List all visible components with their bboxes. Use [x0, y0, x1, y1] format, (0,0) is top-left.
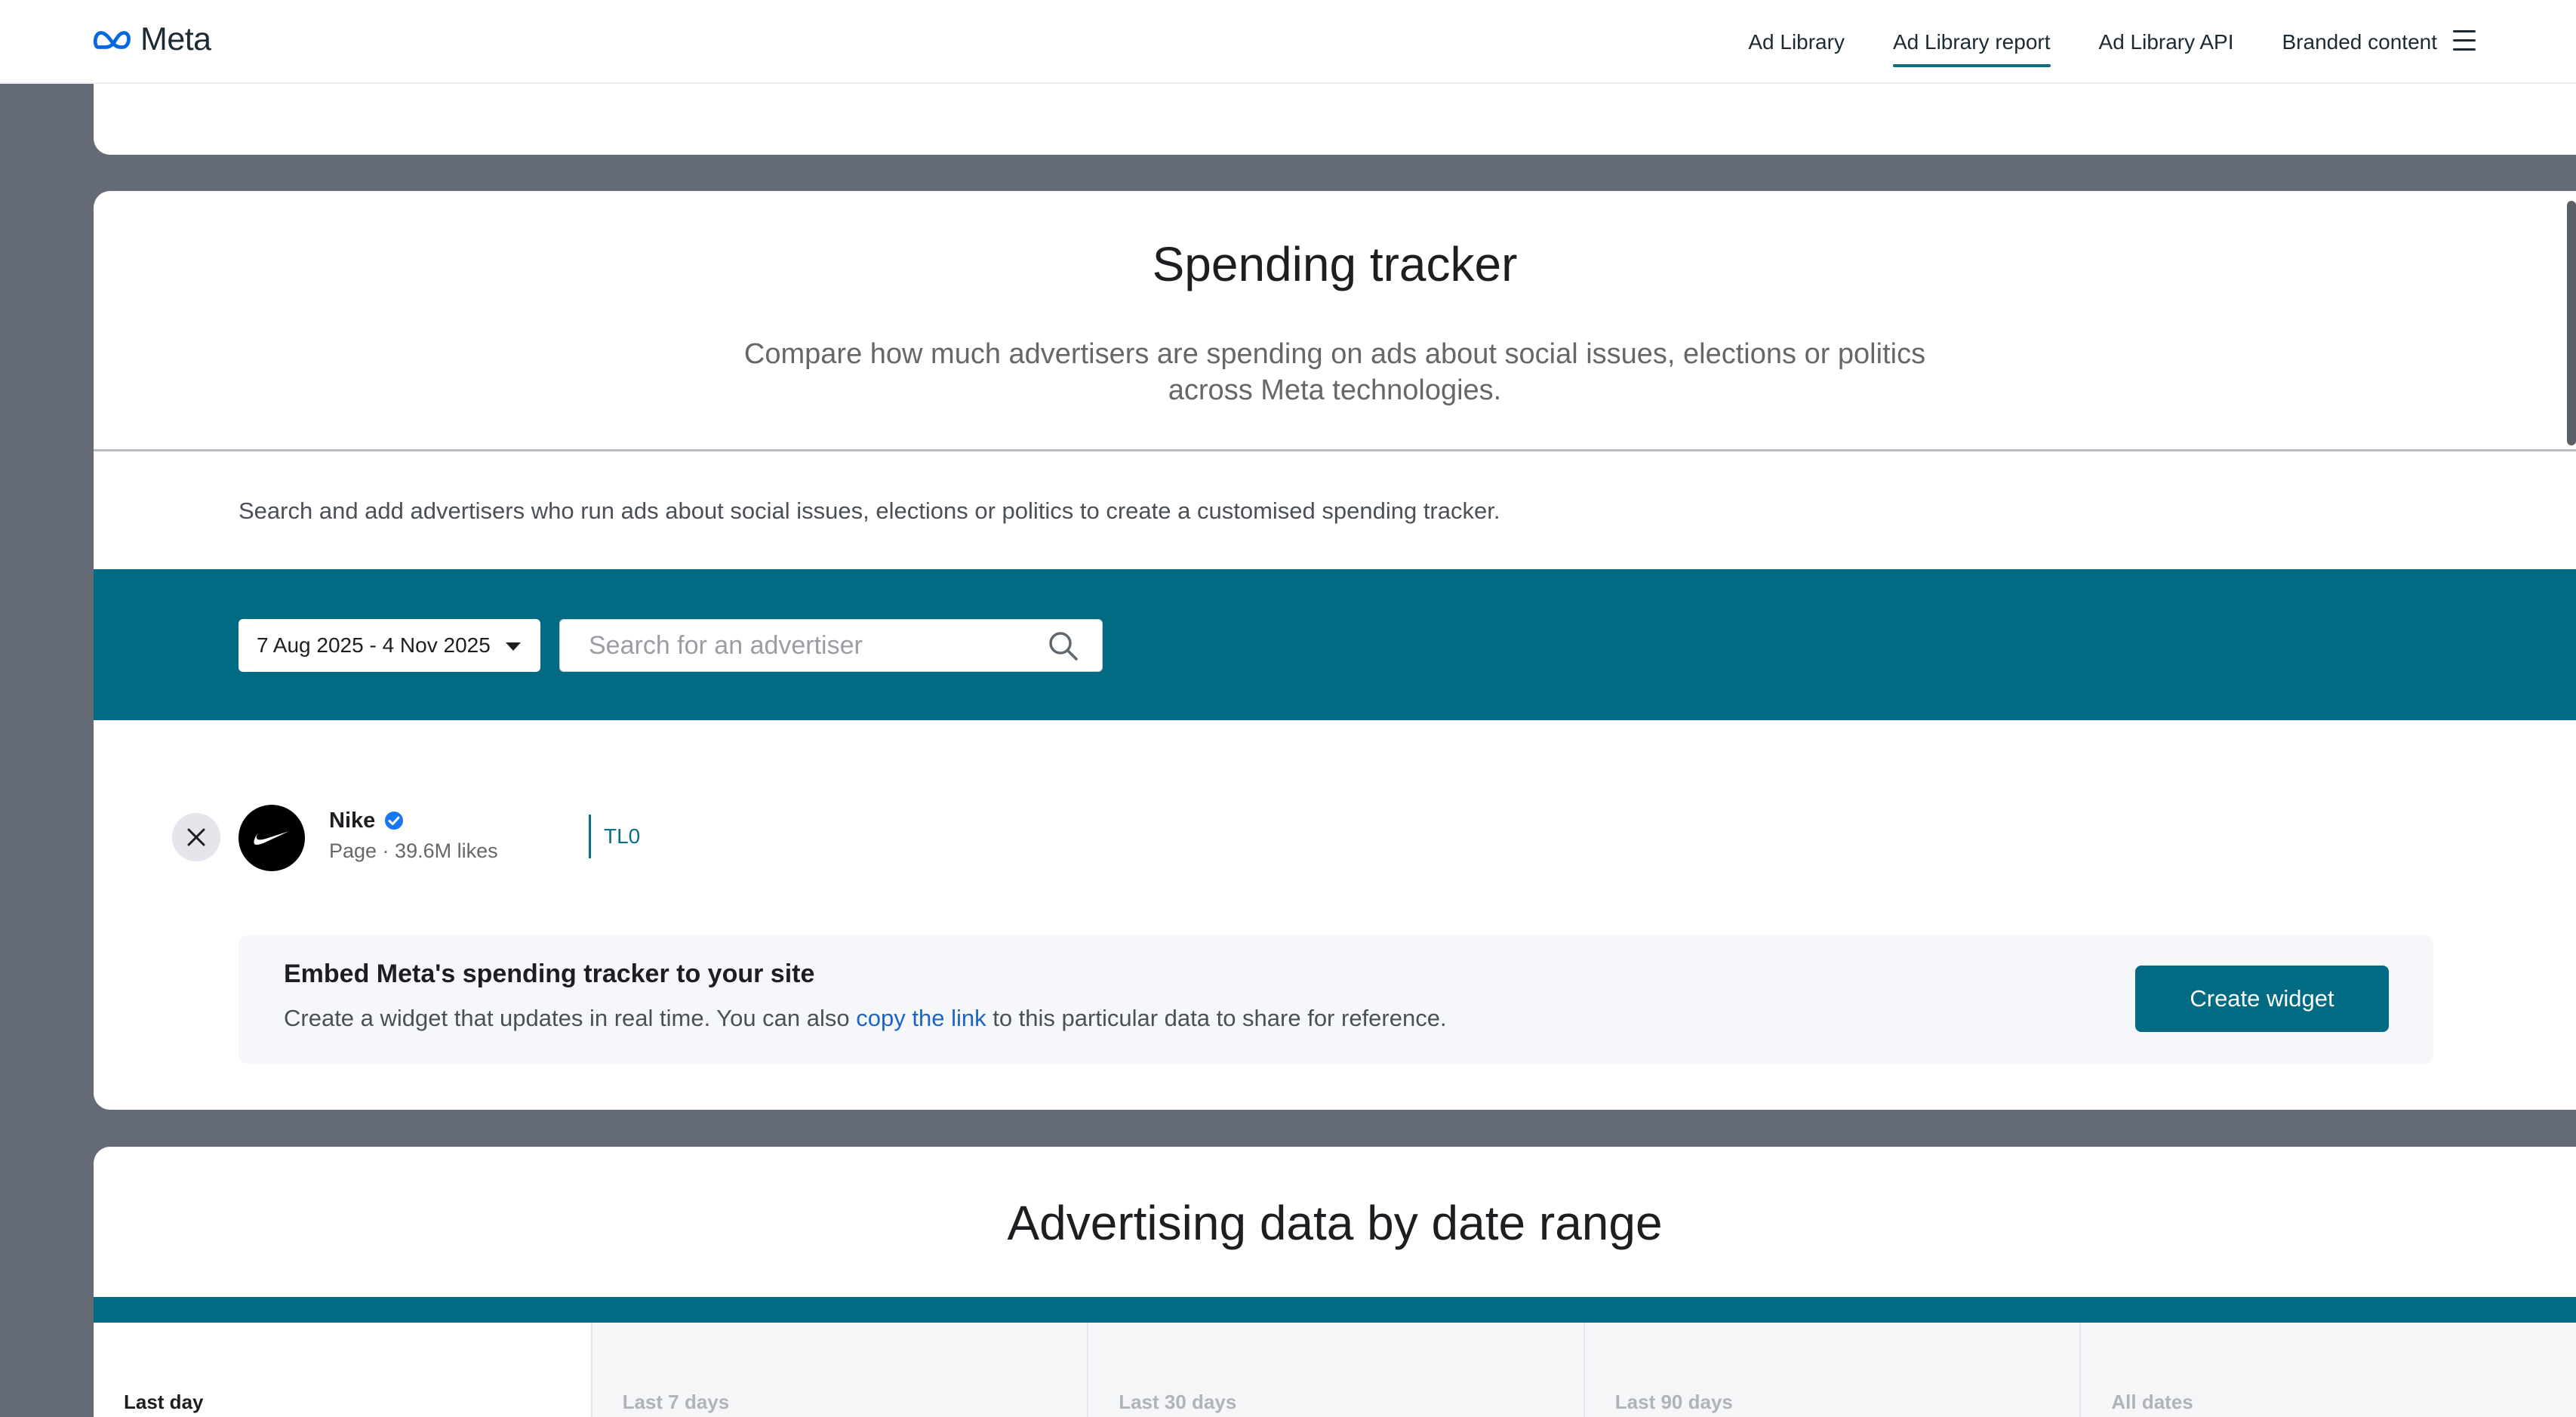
spending-tracker-title: Spending tracker	[1152, 237, 1518, 291]
tab-all-dates[interactable]: All dates	[2079, 1323, 2576, 1417]
advertiser-meta: Page · 39.6M likes	[329, 839, 498, 862]
date-range-title: Advertising data by date range	[1007, 1196, 1663, 1250]
nav-branded-content[interactable]: Branded content	[2282, 0, 2438, 84]
date-range-tabs: Last day Last 7 days Last 30 days Last 9…	[94, 1323, 2576, 1417]
nike-swoosh-icon	[254, 831, 289, 845]
tracker-helper-text: Search and add advertisers who run ads a…	[239, 497, 1500, 524]
brand-name: Meta	[140, 21, 211, 57]
copy-link[interactable]: copy the link	[856, 1005, 986, 1031]
tab-last-30-days[interactable]: Last 30 days	[1087, 1323, 1583, 1417]
tracker-filter-bar: 7 Aug 2025 - 4 Nov 2025	[94, 569, 2576, 720]
search-icon[interactable]	[1048, 630, 1079, 662]
remove-advertiser-button[interactable]	[172, 813, 220, 861]
create-widget-button[interactable]: Create widget	[2135, 966, 2389, 1032]
spending-tracker-subtitle-line1: Compare how much advertisers are spendin…	[743, 338, 1926, 370]
nav-ad-library-report[interactable]: Ad Library report	[1892, 0, 2051, 84]
advertiser-search-input[interactable]	[560, 620, 1028, 671]
embed-tracker-box: Embed Meta's spending tracker to your si…	[239, 935, 2433, 1064]
date-range-card: Advertising data by date range Last day …	[94, 1147, 2576, 1417]
divider	[94, 449, 2576, 451]
embed-text-before: Create a widget that updates in real tim…	[284, 1005, 857, 1031]
verified-badge-icon	[385, 812, 403, 830]
meta-infinity-logo-icon	[93, 30, 131, 49]
date-range-value: 7 Aug 2025 - 4 Nov 2025	[257, 633, 491, 657]
page-scrollbar[interactable]	[2567, 201, 2576, 445]
tab-last-7-days[interactable]: Last 7 days	[590, 1323, 1088, 1417]
embed-description: Create a widget that updates in real tim…	[284, 1005, 1447, 1032]
caret-down-icon	[506, 642, 521, 651]
spending-tracker-subtitle-line2: across Meta technologies.	[1168, 374, 1502, 406]
close-icon	[187, 828, 205, 846]
advertiser-name[interactable]: Nike	[329, 809, 375, 833]
meta-logo[interactable]: Meta	[92, 21, 211, 58]
advertiser-tag: TL0	[589, 815, 640, 858]
advertiser-avatar[interactable]	[239, 805, 305, 871]
previous-card	[94, 84, 2576, 155]
tab-last-90-days[interactable]: Last 90 days	[1583, 1323, 2080, 1417]
date-range-dropdown[interactable]: 7 Aug 2025 - 4 Nov 2025	[239, 619, 540, 672]
embed-text-after: to this particular data to share for ref…	[986, 1005, 1447, 1031]
advertiser-search	[559, 619, 1103, 672]
nav-links: Ad Library Ad Library report Ad Library …	[1700, 0, 2437, 84]
date-range-strip	[94, 1297, 2576, 1323]
nav-ad-library[interactable]: Ad Library	[1748, 0, 1845, 84]
nav-ad-library-api[interactable]: Ad Library API	[2099, 0, 2234, 84]
spending-tracker-card: Spending tracker Compare how much advert…	[94, 191, 2576, 1110]
embed-title: Embed Meta's spending tracker to your si…	[284, 960, 815, 988]
top-navigation: Meta Ad Library Ad Library report Ad Lib…	[0, 0, 2576, 84]
tab-last-day[interactable]: Last day	[94, 1323, 591, 1417]
hamburger-menu-icon[interactable]	[2453, 30, 2476, 53]
